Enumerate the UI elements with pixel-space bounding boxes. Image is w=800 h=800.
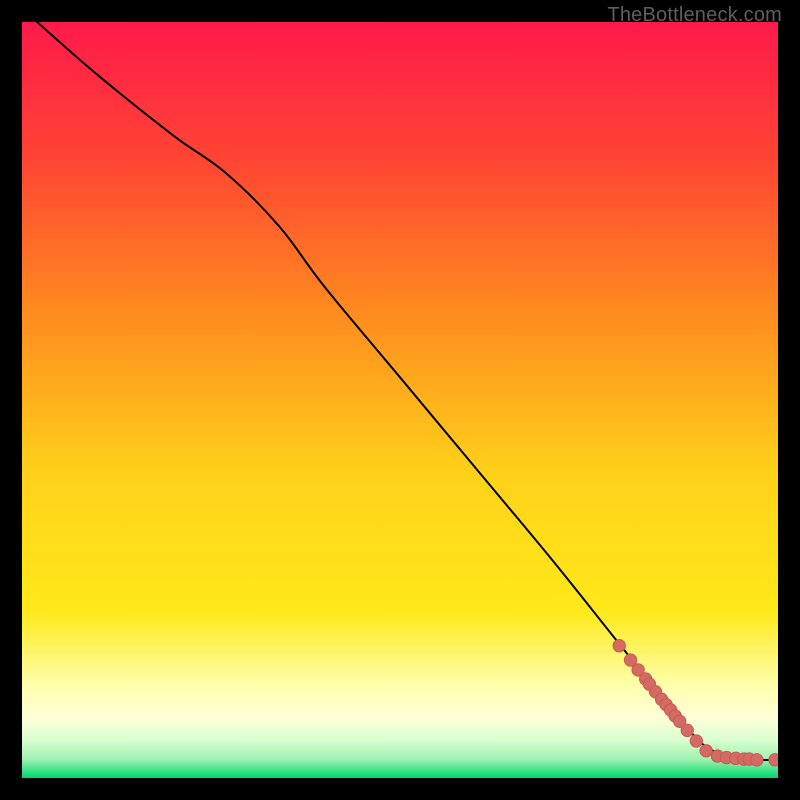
data-point [613, 640, 625, 652]
chart-stage: TheBottleneck.com [0, 0, 800, 800]
chart-svg [22, 22, 778, 778]
data-point [751, 754, 763, 766]
gradient-background [22, 22, 778, 778]
data-point [769, 754, 778, 766]
data-point [690, 735, 702, 747]
data-point [700, 745, 712, 757]
data-point [681, 724, 693, 736]
watermark-text: TheBottleneck.com [607, 4, 782, 27]
plot-area [22, 22, 778, 778]
